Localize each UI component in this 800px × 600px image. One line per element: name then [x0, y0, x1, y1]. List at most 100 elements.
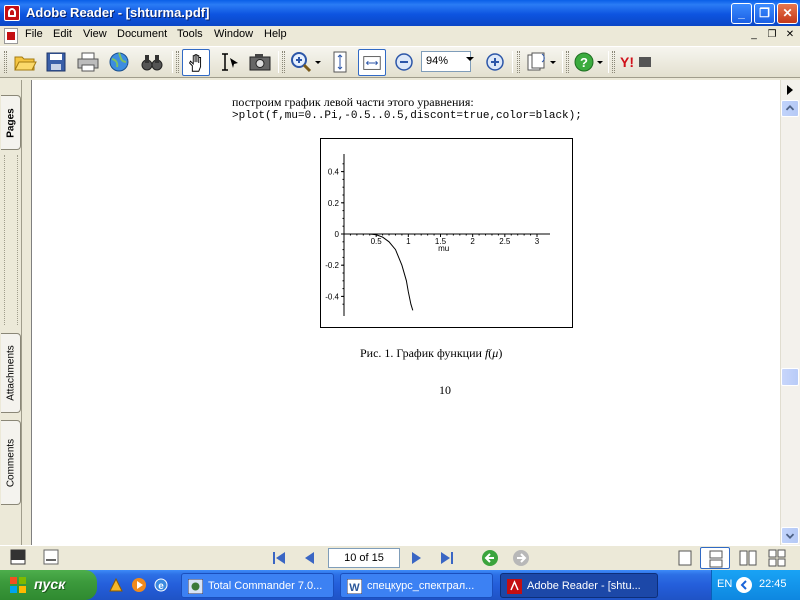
task-adobe-reader[interactable]: Adobe Reader - [shtu... — [500, 573, 658, 598]
tab-pages[interactable]: Pages — [1, 95, 21, 150]
media-player-icon[interactable] — [131, 577, 147, 593]
word-icon: W — [347, 579, 362, 594]
x-tick-label: 0.5 — [371, 237, 383, 246]
next-page-icon[interactable] — [407, 549, 425, 567]
fit-page-icon[interactable] — [328, 50, 352, 74]
doc-minimize-icon[interactable]: _ — [747, 29, 761, 43]
scroll-up-button[interactable] — [781, 100, 799, 117]
menu-document[interactable]: Document — [117, 28, 167, 40]
last-page-icon[interactable] — [438, 549, 456, 567]
toolbar-grip[interactable] — [612, 51, 615, 73]
y-tick-label: -0.2 — [325, 261, 339, 270]
scroll-thumb[interactable] — [781, 368, 799, 386]
caption-variable: μ — [492, 346, 499, 360]
hand-tool-button[interactable] — [182, 49, 210, 76]
print-icon[interactable] — [76, 50, 100, 74]
rotate-pages-icon[interactable] — [524, 50, 548, 74]
navigation-panel-toggle-icon[interactable] — [10, 549, 26, 565]
start-label: пуск — [34, 576, 66, 592]
help-icon[interactable]: ? — [572, 50, 596, 74]
task-total-commander[interactable]: Total Commander 7.0... — [181, 573, 334, 598]
minimize-button[interactable]: _ — [731, 3, 752, 24]
snapshot-camera-icon[interactable] — [248, 50, 272, 74]
svg-text:Y!: Y! — [620, 54, 634, 70]
toolbar-grip[interactable] — [4, 51, 7, 73]
x-tick-label: 2 — [470, 237, 475, 246]
zoom-in-tool-icon[interactable] — [289, 50, 313, 74]
y-tick-label: 0.2 — [328, 199, 340, 208]
arrow-up-icon — [785, 105, 795, 111]
rotate-dropdown-icon[interactable] — [550, 61, 556, 64]
go-back-icon[interactable] — [481, 549, 499, 567]
svg-text:e: e — [158, 581, 164, 592]
zoom-level-input[interactable]: 94% — [421, 51, 471, 72]
toolbar-grip[interactable] — [517, 51, 520, 73]
toolbar-separator — [562, 51, 563, 73]
menu-window[interactable]: Window — [214, 28, 253, 40]
menu-tools[interactable]: Tools — [177, 28, 203, 40]
yahoo-toolbar-icon[interactable]: Y! — [620, 53, 654, 71]
menu-help[interactable]: Help — [264, 28, 287, 40]
menu-edit[interactable]: Edit — [53, 28, 72, 40]
select-text-icon[interactable] — [216, 50, 240, 74]
doc-restore-icon[interactable]: ❐ — [765, 29, 779, 43]
zoom-in-icon[interactable] — [483, 50, 507, 74]
continuous-view-button[interactable] — [700, 547, 730, 569]
find-binoculars-icon[interactable] — [140, 50, 164, 74]
language-indicator[interactable]: EN — [717, 578, 732, 590]
clock: 22:45 — [759, 578, 787, 590]
hand-icon — [189, 54, 202, 72]
toolbar-grip[interactable] — [566, 51, 569, 73]
page-number-input[interactable]: 10 of 15 — [328, 548, 400, 568]
tab-comments[interactable]: Comments — [1, 420, 21, 505]
task-word-document[interactable]: Wспецкурс_спектрал... — [340, 573, 493, 598]
toolbar-separator — [172, 51, 173, 73]
help-dropdown-icon[interactable] — [597, 61, 603, 64]
panel-arrow-icon[interactable] — [784, 84, 796, 96]
scroll-down-button[interactable] — [781, 527, 799, 544]
doc-close-icon[interactable]: ✕ — [783, 29, 797, 43]
tray-expand-icon[interactable] — [735, 576, 753, 594]
internet-explorer-icon[interactable]: e — [153, 577, 169, 593]
adobe-reader-task-icon — [507, 579, 522, 594]
svg-text:?: ? — [580, 55, 588, 70]
go-forward-icon[interactable] — [512, 549, 530, 567]
continuous-view-icon — [709, 550, 723, 568]
restore-button[interactable]: ❐ — [754, 3, 775, 24]
toolbar-grip[interactable] — [176, 51, 179, 73]
y-tick-label: 0.4 — [328, 168, 340, 177]
menu-view[interactable]: View — [83, 28, 107, 40]
x-axis-label: mu — [438, 244, 449, 253]
continuous-facing-view-icon[interactable] — [768, 549, 786, 567]
y-tick-label: 0 — [335, 230, 340, 239]
vertical-scrollbar[interactable] — [780, 80, 800, 545]
save-icon[interactable] — [44, 50, 68, 74]
zoom-dropdown-icon[interactable] — [466, 57, 474, 61]
single-page-view-icon[interactable] — [676, 549, 694, 567]
panel-splitter[interactable] — [4, 155, 18, 325]
windows-logo-icon — [10, 577, 26, 593]
close-button[interactable]: ✕ — [777, 3, 798, 24]
x-tick-label: 2.5 — [499, 237, 511, 246]
document-icon[interactable] — [4, 28, 18, 44]
zoom-tool-dropdown-icon[interactable] — [315, 61, 321, 64]
open-folder-icon[interactable] — [13, 50, 37, 74]
facing-view-icon[interactable] — [739, 549, 757, 567]
email-icon[interactable] — [107, 50, 131, 74]
svg-text:W: W — [349, 582, 360, 594]
page-size-icon[interactable] — [43, 549, 59, 565]
menu-file[interactable]: File — [25, 28, 43, 40]
toolbar-grip[interactable] — [282, 51, 285, 73]
arrow-down-icon — [785, 533, 795, 539]
quicklaunch-app-icon[interactable] — [108, 577, 124, 593]
fit-width-button[interactable] — [358, 49, 386, 76]
previous-page-icon[interactable] — [301, 549, 319, 567]
zoom-out-icon[interactable] — [392, 50, 416, 74]
toolbar-separator — [512, 51, 513, 73]
toolbar-separator — [278, 51, 279, 73]
figure-caption: Рис. 1. График функции f(μ) — [360, 346, 503, 360]
tab-attachments[interactable]: Attachments — [1, 333, 21, 413]
x-tick-label: 3 — [535, 237, 540, 246]
document-text-line: построим график левой части этого уравне… — [232, 95, 474, 109]
first-page-icon[interactable] — [270, 549, 288, 567]
